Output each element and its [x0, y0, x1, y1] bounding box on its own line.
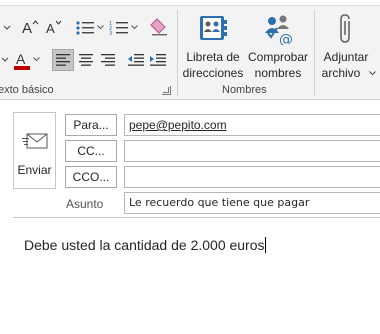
dialog-launcher-icon[interactable] [162, 86, 171, 95]
bcc-field[interactable] [124, 166, 380, 188]
font-color-icon[interactable]: A [12, 48, 32, 72]
font-color-dropdown-icon[interactable] [32, 54, 40, 64]
group-separator-2 [314, 10, 315, 96]
subject-field[interactable]: Le recuerdo que tiene que pagar [124, 192, 380, 214]
svg-text:A: A [22, 20, 32, 36]
grow-font-icon[interactable]: A [20, 16, 40, 38]
svg-text:3: 3 [109, 31, 112, 36]
to-recipient[interactable]: pepe@pepito.com [129, 118, 227, 132]
align-left-icon[interactable] [52, 49, 74, 71]
clear-formatting-icon[interactable] [148, 16, 172, 38]
address-book-label-2: direcciones [182, 66, 244, 80]
attach-label-1: Adjuntar [323, 50, 369, 64]
font-color-swatch [14, 66, 30, 70]
subject-label: Asunto [66, 197, 104, 211]
numbering-dropdown-icon[interactable] [130, 22, 138, 32]
cc-field[interactable] [124, 140, 380, 162]
svg-text:A: A [16, 51, 26, 67]
svg-text:A: A [46, 21, 55, 36]
body-separator [13, 217, 380, 218]
group-separator [177, 10, 178, 96]
bullets-dropdown-icon[interactable] [96, 22, 104, 32]
bcc-button[interactable]: CCO... [65, 166, 117, 188]
to-button[interactable]: Para... [65, 114, 117, 136]
decrease-indent-icon[interactable] [126, 49, 146, 71]
address-book-label-1: Libreta de [186, 50, 240, 64]
ribbon-top-strip [0, 0, 380, 6]
ribbon: A A 1 2 3 A exto básico Libreta de direc… [0, 0, 380, 100]
text-caret [264, 237, 266, 253]
address-book-icon [197, 12, 229, 44]
align-center-icon[interactable] [76, 49, 96, 71]
message-body[interactable]: Debe usted la cantidad de 2.000 euros [24, 237, 266, 253]
font-size-dropdown-arrow-2[interactable] [0, 50, 10, 70]
send-label: Enviar [17, 163, 52, 177]
align-right-icon[interactable] [98, 49, 118, 71]
paperclip-icon [334, 12, 358, 46]
cc-button[interactable]: CC... [65, 140, 117, 162]
increase-indent-icon[interactable] [148, 49, 168, 71]
check-names-label-1: Comprobar [247, 50, 309, 64]
names-group-label: Nombres [222, 84, 267, 96]
send-button[interactable]: Enviar [13, 112, 56, 189]
attach-dropdown-icon[interactable] [367, 68, 377, 78]
basic-text-group-label: exto básico [0, 84, 54, 96]
to-field[interactable]: pepe@pepito.com [124, 114, 380, 136]
numbering-icon[interactable]: 1 2 3 [108, 18, 130, 38]
check-names-label-2: nombres [254, 66, 302, 80]
svg-text:@: @ [279, 32, 293, 45]
check-names-icon: @ [262, 12, 296, 46]
shrink-font-icon[interactable]: A [44, 16, 64, 38]
send-icon [22, 131, 48, 153]
attach-label-2: archivo [321, 66, 361, 80]
message-body-text: Debe usted la cantidad de 2.000 euros [24, 237, 265, 253]
bullets-icon[interactable] [74, 18, 96, 38]
font-size-dropdown-arrow[interactable] [0, 18, 14, 38]
